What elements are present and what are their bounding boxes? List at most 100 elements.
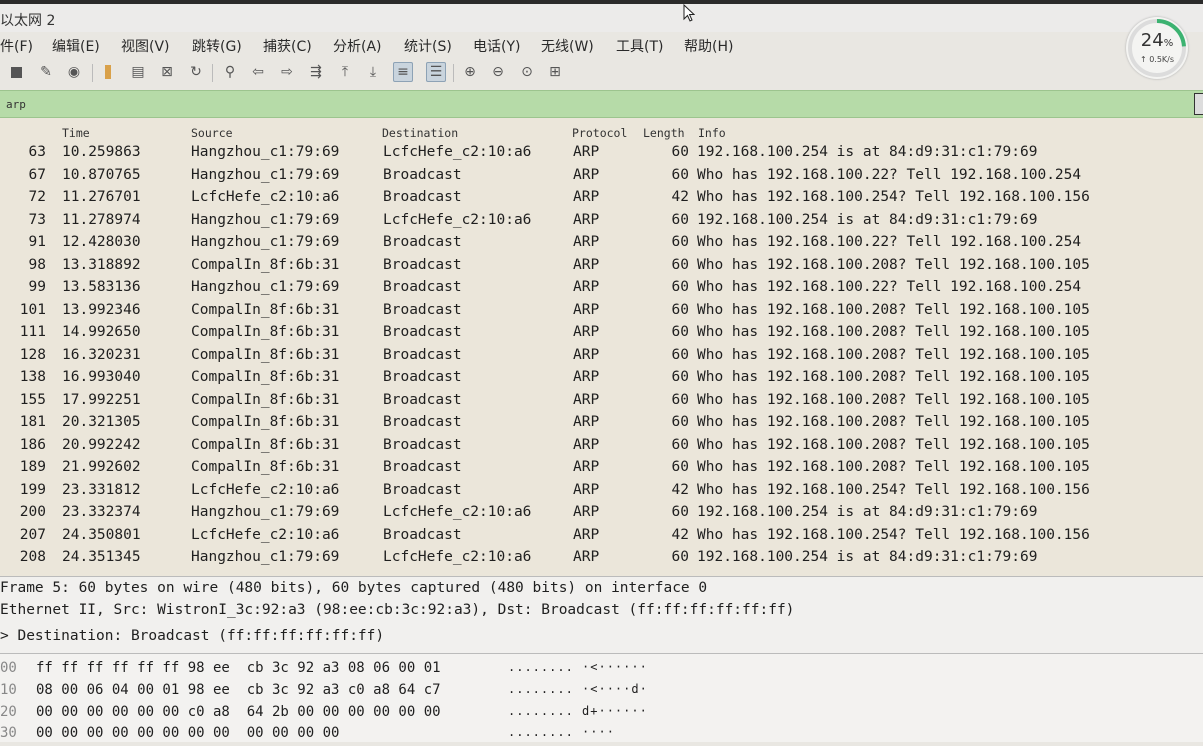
packet-info: 192.168.100.254 is at 84:d9:31:c1:79:69 — [697, 549, 1038, 565]
packet-source: Hangzhou_c1:79:69 — [191, 279, 340, 295]
table-row[interactable]: 111 14.992650 CompalIn_8f:6b:31 Broadcast AR… — [0, 322, 1203, 344]
detail-destination[interactable]: > Destination: Broadcast (ff:ff:ff:ff:ff… — [0, 628, 384, 644]
close-file-icon[interactable]: ⊠ — [157, 62, 177, 82]
detail-ethernet[interactable]: Ethernet II, Src: WistronI_3c:92:a3 (98:… — [0, 602, 794, 618]
packet-time: 20.321305 — [62, 414, 141, 430]
table-row[interactable]: 91 12.428030 Hangzhou_c1:79:69 Broadcast ARP… — [0, 232, 1203, 254]
bytes-ascii: ........ d+······ — [508, 704, 648, 718]
packet-source: CompalIn_8f:6b:31 — [191, 346, 340, 363]
packet-destination: Broadcast — [383, 301, 462, 318]
packet-destination: LcfcHefe_c2:10:a6 — [383, 549, 532, 565]
column-header-length[interactable]: Length — [643, 126, 685, 140]
table-row[interactable]: 99 13.583136 Hangzhou_c1:79:69 Broadcast ARP… — [0, 277, 1203, 299]
column-header-protocol[interactable]: Protocol — [572, 126, 627, 140]
packet-destination: Broadcast — [383, 346, 462, 363]
table-row[interactable]: 186 20.992242 CompalIn_8f:6b:31 Broadcast AR… — [0, 435, 1203, 457]
zoom-in-icon[interactable]: ⊕ — [460, 62, 480, 82]
packet-time: 11.276701 — [62, 189, 141, 205]
menu-capture[interactable]: 捕获(C) — [263, 36, 312, 56]
packet-info: Who has 192.168.100.208? Tell 192.168.10… — [697, 369, 1090, 385]
resize-columns-icon[interactable]: ⊞ — [545, 62, 565, 82]
display-filter-input[interactable] — [4, 95, 1188, 113]
table-row[interactable]: 128 16.320231 CompalIn_8f:6b:31 Broadcast AR… — [0, 345, 1203, 367]
menu-edit[interactable]: 编辑(E) — [52, 36, 100, 56]
packet-number: 67 — [28, 166, 46, 183]
menu-tools[interactable]: 工具(T) — [616, 36, 663, 56]
table-row[interactable]: 67 10.870765 Hangzhou_c1:79:69 Broadcast ARP… — [0, 165, 1203, 187]
toolbar-separator — [212, 64, 213, 82]
column-header-destination[interactable]: Destination — [382, 126, 458, 140]
table-row[interactable]: 199 23.331812 LcfcHefe_c2:10:a6 Broadcast AR… — [0, 480, 1203, 502]
column-header-source[interactable]: Source — [191, 126, 233, 140]
table-row[interactable]: 72 11.276701 LcfcHefe_c2:10:a6 Broadcast ARP… — [0, 187, 1203, 209]
zoom-out-icon[interactable]: ⊖ — [488, 62, 508, 82]
table-row[interactable]: 73 11.278974 Hangzhou_c1:79:69 LcfcHefe_c2:… — [0, 210, 1203, 232]
table-row[interactable]: 98 13.318892 CompalIn_8f:6b:31 Broadcast ARP… — [0, 255, 1203, 277]
packet-time: 23.331812 — [62, 481, 141, 498]
column-header-info[interactable]: Info — [698, 126, 726, 140]
packet-protocol: ARP — [573, 301, 600, 318]
packet-source: Hangzhou_c1:79:69 — [191, 549, 340, 565]
table-row[interactable]: 208 24.351345 Hangzhou_c1:79:69 LcfcHefe_c2… — [0, 547, 1203, 569]
packet-length: 42 — [671, 481, 689, 498]
detail-frame[interactable]: Frame 5: 60 bytes on wire (480 bits), 60… — [0, 580, 707, 596]
packet-list: Time Source Destination Protocol Length … — [0, 118, 1203, 576]
zoom-normal-icon[interactable]: ⊙ — [517, 62, 537, 82]
packet-protocol: ARP — [573, 414, 600, 430]
main-toolbar: ✎ ◉ ▤ ⊠ ↻ ⚲ ⇦ ⇨ ⇶ ⤒ ⤓ ≡ ☰ ⊕ ⊖ ⊙ ⊞ — [0, 58, 1203, 88]
menu-bar: 件(F) 编辑(E) 视图(V) 跳转(G) 捕获(C) 分析(A) 统计(S)… — [0, 32, 1120, 58]
menu-statistics[interactable]: 统计(S) — [404, 36, 452, 56]
auto-scroll-icon[interactable]: ≡ — [393, 62, 413, 82]
table-row[interactable]: 200 23.332374 Hangzhou_c1:79:69 LcfcHefe_c2… — [0, 502, 1203, 524]
bytes-offset: 20 — [0, 704, 17, 720]
packet-length: 60 — [671, 324, 689, 340]
packet-length: 60 — [671, 436, 689, 453]
find-packet-icon[interactable]: ⚲ — [220, 62, 240, 82]
packet-protocol: ARP — [573, 526, 600, 543]
column-header-time[interactable]: Time — [62, 126, 90, 140]
packet-protocol: ARP — [573, 481, 600, 498]
table-row[interactable]: 181 20.321305 CompalIn_8f:6b:31 Broadcast AR… — [0, 412, 1203, 434]
go-to-packet-icon[interactable]: ⇶ — [306, 62, 326, 82]
filter-apply-button[interactable] — [1194, 93, 1203, 115]
bytes-row[interactable]: 30 00 00 00 00 00 00 00 00 00 00 00 00 .… — [0, 725, 1203, 746]
gauge-percent: 24% — [1140, 30, 1174, 51]
table-row[interactable]: 63 10.259863 Hangzhou_c1:79:69 LcfcHefe_c2:… — [0, 142, 1203, 164]
restart-capture-icon[interactable]: ✎ — [36, 62, 56, 82]
packet-info: Who has 192.168.100.208? Tell 192.168.10… — [697, 256, 1090, 273]
table-row[interactable]: 155 17.992251 CompalIn_8f:6b:31 Broadcast AR… — [0, 390, 1203, 412]
bytes-row[interactable]: 10 08 00 06 04 00 01 98 ee cb 3c 92 a3 c… — [0, 682, 1203, 703]
save-file-icon[interactable]: ▤ — [128, 62, 148, 82]
packet-destination: Broadcast — [383, 414, 462, 430]
colorize-icon[interactable]: ☰ — [426, 62, 446, 82]
menu-view[interactable]: 视图(V) — [121, 36, 170, 56]
menu-telephony[interactable]: 电话(Y) — [473, 36, 520, 56]
stop-capture-icon[interactable] — [6, 62, 26, 82]
capture-options-icon[interactable]: ◉ — [64, 62, 84, 82]
menu-file[interactable]: 件(F) — [0, 36, 33, 56]
bytes-row[interactable]: 20 00 00 00 00 00 00 c0 a8 64 2b 00 00 0… — [0, 704, 1203, 725]
bytes-offset: 30 — [0, 725, 17, 741]
table-row[interactable]: 138 16.993040 CompalIn_8f:6b:31 Broadcast AR… — [0, 367, 1203, 389]
packet-protocol: ARP — [573, 459, 600, 475]
menu-analyze[interactable]: 分析(A) — [333, 36, 382, 56]
reload-file-icon[interactable]: ↻ — [186, 62, 206, 82]
packet-destination: Broadcast — [383, 256, 462, 273]
bytes-row[interactable]: 00 ff ff ff ff ff ff 98 ee cb 3c 92 a3 0… — [0, 660, 1203, 681]
packet-source: LcfcHefe_c2:10:a6 — [191, 189, 340, 205]
menu-go[interactable]: 跳转(G) — [192, 36, 242, 56]
packet-source: CompalIn_8f:6b:31 — [191, 459, 340, 475]
packet-destination: LcfcHefe_c2:10:a6 — [383, 144, 532, 160]
packet-protocol: ARP — [573, 324, 600, 340]
menu-help[interactable]: 帮助(H) — [684, 36, 733, 56]
menu-wireless[interactable]: 无线(W) — [541, 36, 594, 56]
table-row[interactable]: 189 21.992602 CompalIn_8f:6b:31 Broadcast AR… — [0, 457, 1203, 479]
open-file-icon[interactable] — [98, 62, 118, 82]
go-forward-icon[interactable]: ⇨ — [277, 62, 297, 82]
go-last-packet-icon[interactable]: ⤓ — [363, 62, 383, 82]
table-row[interactable]: 101 13.992346 CompalIn_8f:6b:31 Broadcast AR… — [0, 300, 1203, 322]
go-back-icon[interactable]: ⇦ — [248, 62, 268, 82]
go-first-packet-icon[interactable]: ⤒ — [335, 62, 355, 82]
table-row[interactable]: 207 24.350801 LcfcHefe_c2:10:a6 Broadcast AR… — [0, 525, 1203, 547]
packet-number: 186 — [19, 436, 46, 453]
